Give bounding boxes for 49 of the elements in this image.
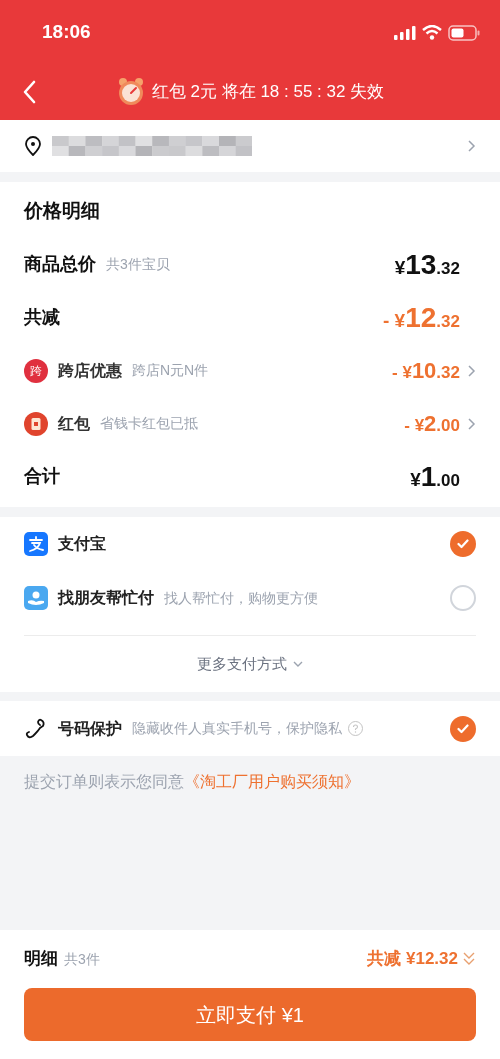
wallet-app-icon (24, 532, 48, 556)
more-payment-button[interactable]: 更多支付方式 (24, 636, 476, 692)
payment-label: 找朋友帮忙付 (58, 588, 154, 608)
countdown-text: 红包 2元 将在 18 : 55 : 32 失效 (151, 80, 385, 103)
price-text: - ¥12.32 (383, 300, 460, 335)
radio-check[interactable] (450, 585, 476, 611)
payment-label: 支付宝 (58, 534, 106, 554)
envelope-icon (24, 411, 48, 436)
payment-note: 找人帮忙付，购物更方便 (164, 588, 318, 608)
battery-icon (448, 24, 480, 41)
badge-icon: 跨 (24, 358, 48, 383)
double-chevron-down-icon (462, 951, 476, 967)
pay-now-button[interactable]: 立即支付 ¥1 (24, 988, 476, 1041)
row-label: 共减 (24, 306, 60, 329)
item-count: 共3件 (64, 949, 100, 969)
wifi-icon (422, 25, 442, 40)
chevron-down-icon (293, 661, 303, 667)
price-text: - ¥2.00 (404, 410, 460, 438)
row-note: 省钱卡红包已抵 (100, 414, 198, 433)
section-title: 价格明细 (24, 198, 101, 223)
price-text: ¥13.32 (394, 247, 460, 282)
radio-check[interactable] (450, 715, 476, 742)
signal-icon (394, 25, 416, 40)
protection-label: 号码保护 (58, 718, 122, 739)
status-time: 18:06 (42, 20, 91, 45)
detail-label: 明细 (24, 948, 58, 971)
chevron-right-icon (467, 363, 476, 378)
agreement-link[interactable]: 《淘工厂用户购买须知》 (184, 773, 360, 790)
row-label: 商品总价 (24, 253, 96, 276)
row-note: 跨店N元N件 (132, 361, 209, 380)
check-icon (457, 723, 469, 734)
payment-option[interactable]: 找朋友帮忙付 找人帮忙付，购物更方便 (24, 571, 476, 625)
location-pin-icon (24, 136, 42, 156)
protection-note: 隐藏收件人真实手机号，保护隐私 (132, 719, 342, 738)
chevron-right-icon (467, 139, 476, 153)
helping-hand-icon (24, 586, 48, 610)
payment-option[interactable]: 支付宝 (24, 517, 476, 571)
price-text: - ¥10.32 (392, 357, 460, 385)
row-label: 红包 (58, 413, 90, 434)
chevron-right-icon (467, 416, 476, 431)
row-label: 跨店优惠 (58, 360, 122, 381)
row-label: 合计 (24, 465, 60, 488)
address-row[interactable] (0, 120, 500, 172)
savings-text: 共减 ¥12.32 (367, 948, 458, 971)
row-note: 共3件宝贝 (106, 255, 170, 274)
price-text: ¥1.00 (410, 459, 460, 494)
agreement-text: 提交订单则表示您同意《淘工厂用户购买须知》 (24, 772, 361, 792)
check-icon (457, 539, 469, 549)
radio-check[interactable] (450, 531, 476, 557)
